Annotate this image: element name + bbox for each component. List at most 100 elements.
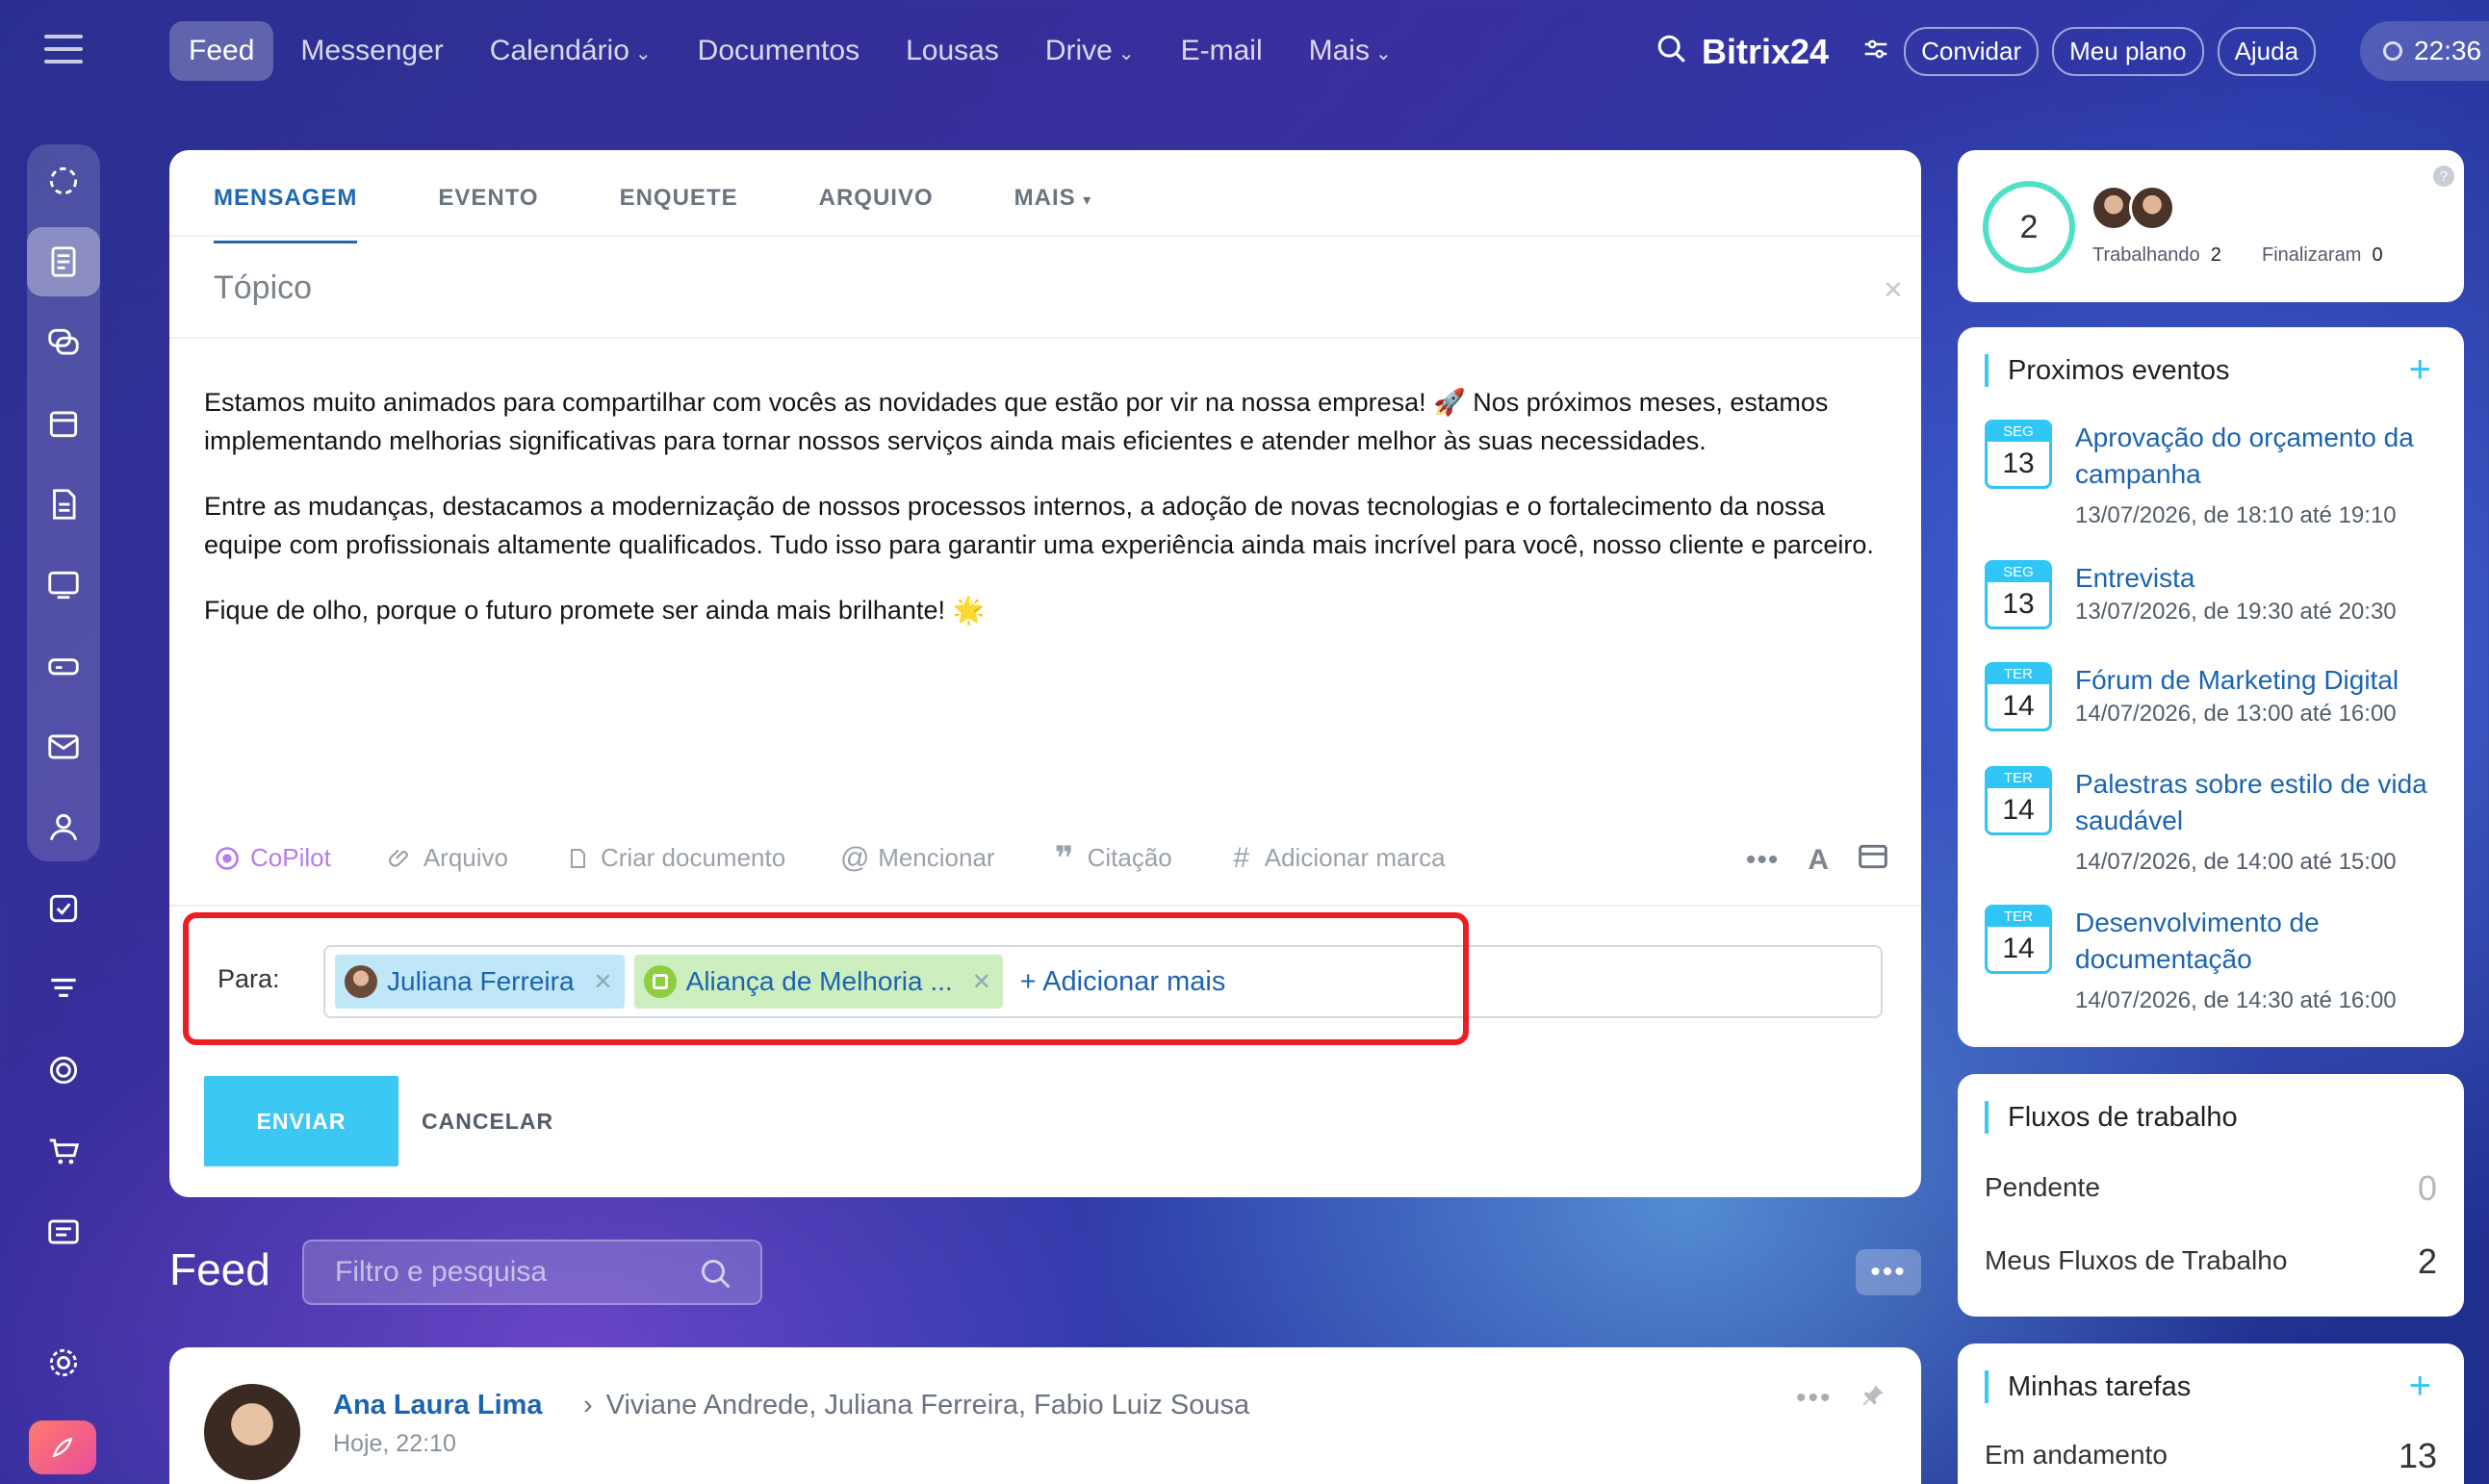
- upcoming-events-widget: Proximos eventos + SEG 13 Aprovação do or…: [1958, 327, 2464, 1047]
- mention-button[interactable]: @ Mencionar: [839, 841, 995, 874]
- post-time[interactable]: Hoje, 22:10: [333, 1430, 456, 1458]
- copilot-button[interactable]: CoPilot: [214, 843, 331, 873]
- invite-button[interactable]: Convidar: [1904, 27, 2040, 76]
- tasks-title: Minhas tarefas: [1985, 1370, 2191, 1403]
- calendar-icon[interactable]: [27, 389, 100, 458]
- chevron-down-icon: ⌄: [1117, 43, 1135, 64]
- worktime-counter[interactable]: 2: [1983, 181, 2075, 273]
- help-icon[interactable]: ?: [2433, 166, 2454, 187]
- document-icon[interactable]: [27, 470, 100, 539]
- nav-drive[interactable]: Drive ⌄: [1026, 21, 1154, 81]
- pin-icon[interactable]: [1860, 1382, 1886, 1414]
- add-task-icon[interactable]: +: [2409, 1365, 2431, 1408]
- send-button[interactable]: ENVIAR: [204, 1076, 398, 1166]
- tasks-icon[interactable]: [27, 874, 100, 943]
- message-paragraph: Fique de olho, porque o futuro promete s…: [204, 596, 986, 625]
- tasks-in-progress-row[interactable]: Em andamento 13: [1985, 1436, 2437, 1475]
- message-paragraph: Entre as mudanças, destacamos a moderniz…: [204, 492, 1874, 559]
- message-editor[interactable]: Estamos muito animados para compartilhar…: [204, 383, 1898, 656]
- contacts-icon[interactable]: [27, 793, 100, 862]
- create-document-button[interactable]: Criar documento: [564, 843, 785, 873]
- activity-icon[interactable]: [27, 146, 100, 216]
- nav-more[interactable]: Mais ⌄: [1290, 21, 1411, 81]
- my-plan-button[interactable]: Meu plano: [2052, 27, 2204, 76]
- post-author[interactable]: Ana Laura Lima: [333, 1390, 543, 1421]
- toolbar-right: ••• A: [1746, 843, 1888, 878]
- settings-icon[interactable]: [27, 1328, 100, 1397]
- nav-boards[interactable]: Lousas: [886, 21, 1018, 81]
- event-time: 13/07/2026, de 19:30 até 20:30: [2075, 599, 2397, 625]
- more-dots-icon[interactable]: •••: [1746, 844, 1780, 877]
- nav-calendar[interactable]: Calendário ⌄: [471, 21, 671, 81]
- avatar[interactable]: [2129, 185, 2175, 231]
- clock-time: 22:36: [2414, 36, 2482, 65]
- nav-email[interactable]: E-mail: [1162, 21, 1282, 81]
- menu-icon[interactable]: [44, 35, 83, 65]
- workflows-mine-row[interactable]: Meus Fluxos de Trabalho 2: [1985, 1241, 2437, 1281]
- nav-documents[interactable]: Documentos: [679, 21, 879, 81]
- in-progress-count: 13: [2398, 1436, 2437, 1475]
- caret-down-icon: ▾: [1083, 192, 1092, 209]
- avatar[interactable]: [204, 1384, 300, 1480]
- nav-messenger[interactable]: Messenger: [281, 21, 462, 81]
- feed-more-button[interactable]: •••: [1856, 1249, 1921, 1295]
- attach-file-button[interactable]: Arquivo: [387, 843, 508, 873]
- add-event-icon[interactable]: +: [2409, 348, 2431, 392]
- chat-icon[interactable]: [27, 308, 100, 377]
- help-button[interactable]: Ajuda: [2217, 27, 2317, 76]
- board-icon[interactable]: [27, 550, 100, 620]
- calendar-date-icon: SEG 13: [1985, 420, 2052, 489]
- add-tag-button[interactable]: # Adicionar marca: [1228, 841, 1445, 874]
- news-icon[interactable]: [27, 227, 100, 296]
- quote-button[interactable]: ❞ Citação: [1051, 839, 1172, 877]
- event-title[interactable]: Desenvolvimento de documentação: [2075, 905, 2460, 978]
- clock-widget[interactable]: 22:36: [2360, 21, 2489, 81]
- post-recipients[interactable]: › Viviane Andrede, Juliana Ferreira, Fabi…: [583, 1390, 1249, 1421]
- chevron-right-icon: ›: [583, 1390, 593, 1420]
- event-time: 14/07/2026, de 13:00 até 16:00: [2075, 701, 2397, 727]
- event-title[interactable]: Entrevista: [2075, 560, 2460, 597]
- more-dots-icon[interactable]: •••: [1796, 1382, 1833, 1415]
- top-bar: Feed Messenger Calendário ⌄ Documentos Lo…: [0, 0, 2489, 108]
- finished-stat: Finalizaram 0: [2262, 244, 2383, 266]
- brand-logo[interactable]: Bitrix24: [1702, 32, 1829, 72]
- cancel-button[interactable]: CANCELAR: [422, 1109, 553, 1135]
- topic-input[interactable]: Tópico: [214, 269, 312, 307]
- panel-icon[interactable]: [1858, 843, 1888, 878]
- mail-icon[interactable]: [27, 712, 100, 781]
- sliders-icon[interactable]: [1861, 35, 1890, 68]
- calendar-date-icon: TER 14: [1985, 766, 2052, 835]
- target-icon[interactable]: [27, 1036, 100, 1105]
- copilot-icon: [214, 845, 241, 872]
- feed-post: Ana Laura Lima › Viviane Andrede, Juliana…: [169, 1347, 1921, 1484]
- events-title: Proximos eventos: [1985, 354, 2230, 387]
- editor-toolbar: CoPilot Arquivo Criar documento @ Mencion…: [214, 839, 1888, 877]
- text-format-icon[interactable]: A: [1808, 844, 1829, 877]
- worktime-avatars: [2091, 185, 2175, 231]
- working-stat: Trabalhando 2: [2092, 244, 2221, 266]
- paperclip-icon: [387, 845, 414, 872]
- profile-card-icon[interactable]: [27, 1197, 100, 1267]
- close-icon[interactable]: ✕: [1883, 275, 1904, 305]
- workflows-pending-row[interactable]: Pendente 0: [1985, 1168, 2437, 1208]
- rocket-icon[interactable]: [29, 1420, 96, 1474]
- search-icon[interactable]: [699, 1257, 733, 1299]
- nav-feed[interactable]: Feed: [169, 21, 274, 81]
- at-icon: @: [839, 841, 870, 874]
- crm-icon[interactable]: [27, 955, 100, 1024]
- drive-icon[interactable]: [27, 631, 100, 701]
- clock-icon: [2383, 41, 2402, 61]
- event-title[interactable]: Palestras sobre estilo de vida saudável: [2075, 766, 2460, 839]
- my-tasks-widget: Minhas tarefas + Em andamento 13: [1958, 1343, 2464, 1484]
- top-navigation: Feed Messenger Calendário ⌄ Documentos Lo…: [169, 21, 1411, 81]
- divider: [169, 235, 1921, 237]
- event-title[interactable]: Fórum de Marketing Digital: [2075, 662, 2460, 699]
- hash-icon: #: [1233, 841, 1250, 874]
- event-title[interactable]: Aprovação do orçamento da campanha: [2075, 420, 2460, 493]
- cart-icon[interactable]: [27, 1116, 100, 1186]
- search-icon[interactable]: [1655, 33, 1688, 70]
- feed-search-input[interactable]: Filtro e pesquisa: [302, 1240, 762, 1305]
- quote-icon: ❞: [1054, 839, 1074, 877]
- divider: [169, 337, 1921, 339]
- highlight-box: [183, 912, 1469, 1045]
